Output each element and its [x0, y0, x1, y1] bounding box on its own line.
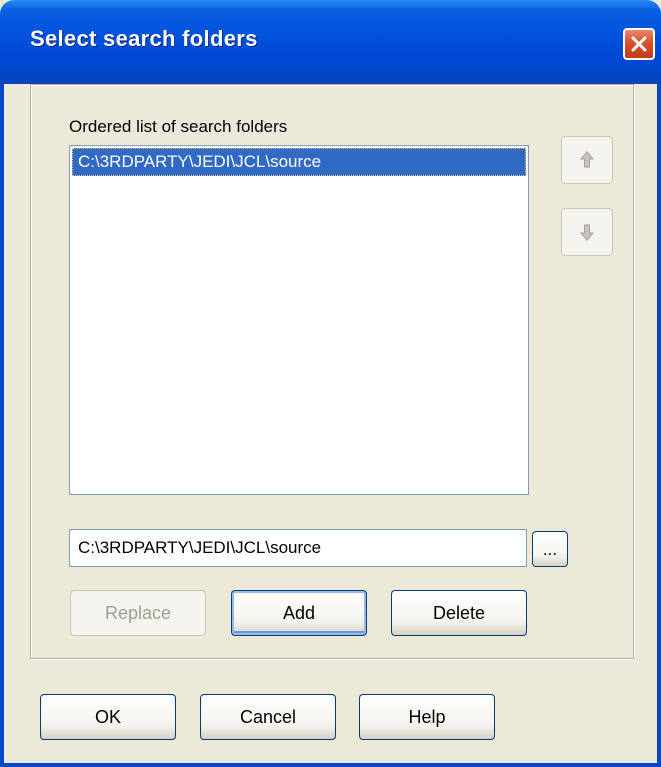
- window-frame-right: [657, 84, 661, 767]
- move-down-button[interactable]: [561, 208, 613, 256]
- help-button[interactable]: Help: [359, 694, 495, 740]
- cancel-button[interactable]: Cancel: [200, 694, 336, 740]
- folder-path-input[interactable]: C:\3RDPARTY\JEDI\JCL\source: [69, 529, 527, 567]
- arrow-down-icon: [580, 224, 594, 241]
- close-button[interactable]: [623, 28, 655, 60]
- folder-list[interactable]: C:\3RDPARTY\JEDI\JCL\source: [69, 145, 529, 495]
- folder-list-caption: Ordered list of search folders: [69, 117, 288, 136]
- arrow-up-icon: [580, 151, 594, 168]
- replace-button[interactable]: Replace: [70, 590, 206, 636]
- close-x-icon: [631, 36, 647, 52]
- window-frame-left: [0, 84, 4, 767]
- ok-button[interactable]: OK: [40, 694, 176, 740]
- move-up-button[interactable]: [561, 136, 613, 184]
- delete-button[interactable]: Delete: [391, 590, 527, 636]
- dialog-window: Select search folders Ordered list of se…: [0, 0, 661, 767]
- list-item[interactable]: C:\3RDPARTY\JEDI\JCL\source: [72, 148, 526, 176]
- title-bar[interactable]: Select search folders: [0, 0, 661, 84]
- add-button[interactable]: Add: [231, 590, 367, 636]
- window-title: Select search folders: [30, 26, 258, 51]
- window-frame-bottom: [0, 763, 661, 767]
- browse-button[interactable]: ...: [532, 531, 568, 567]
